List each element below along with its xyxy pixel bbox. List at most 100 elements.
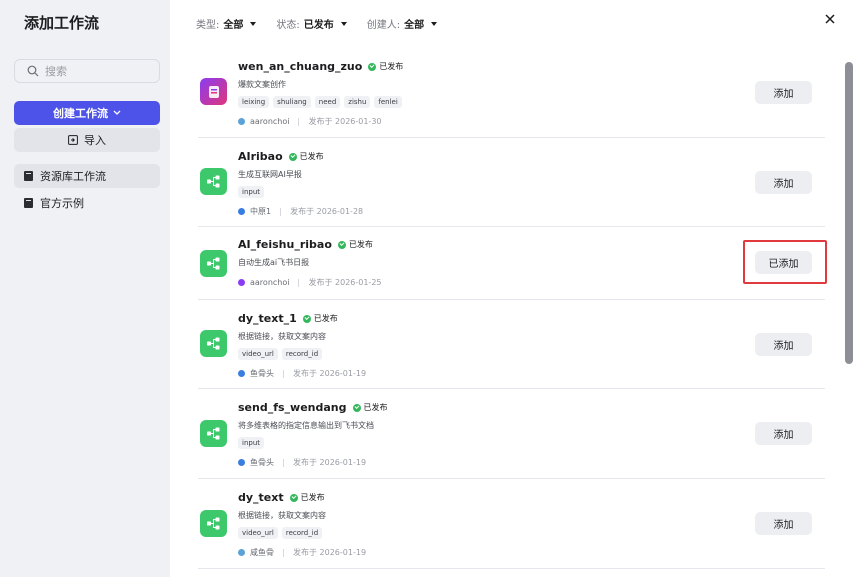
workflow-name: send_fs_wendang bbox=[238, 401, 347, 414]
check-circle-icon bbox=[302, 314, 311, 323]
status-text: 已发布 bbox=[363, 403, 388, 412]
tag: shuliang bbox=[273, 96, 311, 108]
add-button[interactable]: 添加 bbox=[755, 333, 812, 356]
tag: input bbox=[238, 437, 265, 449]
workflow-icon bbox=[200, 168, 227, 195]
status-text: 已发布 bbox=[299, 152, 324, 161]
publish-date: 发布于 2026-01-25 bbox=[308, 278, 382, 287]
check-circle-icon bbox=[352, 403, 361, 412]
tag-list: video_url record_id bbox=[238, 348, 323, 360]
check-circle-icon bbox=[288, 152, 297, 161]
import-button[interactable]: 导入 bbox=[14, 128, 160, 152]
filter-value: 全部 bbox=[223, 20, 244, 31]
workflow-meta: 咸鱼骨 发布于 2026-01-19 bbox=[238, 547, 366, 558]
workflow-meta: aaronchoi 发布于 2026-01-30 bbox=[238, 116, 382, 127]
workflow-description: 自动生成ai飞书日报 bbox=[238, 258, 310, 267]
divider bbox=[298, 278, 300, 287]
sidebar-item-official-examples[interactable]: 官方示例 bbox=[14, 191, 160, 215]
workflow-description: 根据链接，获取文案内容 bbox=[238, 332, 326, 341]
book-icon bbox=[24, 198, 33, 208]
close-icon[interactable] bbox=[823, 12, 837, 26]
workflow-name-row: wen_an_chuang_zuo 已发布 bbox=[238, 60, 403, 73]
status-text: 已发布 bbox=[348, 240, 373, 249]
author-name: 咸鱼骨 bbox=[250, 548, 274, 557]
sidebar: 添加工作流 搜索 创建工作流 导入 资源库工作流 官方示例 bbox=[0, 0, 170, 577]
workflow-description: 根据链接，获取文案内容 bbox=[238, 511, 326, 520]
workflow-name: AIribao bbox=[238, 150, 283, 163]
create-workflow-button[interactable]: 创建工作流 bbox=[14, 101, 160, 125]
author-name: 鱼骨头 bbox=[250, 369, 274, 378]
workflow-row: AIribao 已发布 生成互联网AI早报 input 中原1 发布于 2026… bbox=[198, 138, 825, 227]
divider bbox=[283, 548, 284, 557]
caret-down-icon bbox=[340, 21, 347, 26]
publish-date: 发布于 2026-01-19 bbox=[293, 458, 367, 467]
avatar bbox=[238, 549, 245, 556]
workflow-description: 生成互联网AI早报 bbox=[238, 170, 302, 179]
workflow-name: dy_text bbox=[238, 491, 284, 504]
workflow-name-row: dy_text 已发布 bbox=[238, 491, 325, 504]
add-button[interactable]: 添加 bbox=[755, 171, 812, 194]
avatar bbox=[238, 370, 245, 377]
status-badge: 已发布 bbox=[289, 492, 325, 503]
workflow-row: AI_feishu_ribao 已发布 自动生成ai飞书日报 aaronchoi… bbox=[198, 227, 825, 300]
import-icon bbox=[68, 135, 78, 145]
workflow-meta: 鱼骨头 发布于 2026-01-19 bbox=[238, 368, 366, 379]
avatar bbox=[238, 118, 245, 125]
add-button[interactable]: 添加 bbox=[755, 512, 812, 535]
tag: video_url bbox=[238, 527, 278, 539]
divider bbox=[283, 369, 284, 378]
workflow-name-row: dy_text_1 已发布 bbox=[238, 312, 338, 325]
filter-creator[interactable]: 创建人: 全部 bbox=[367, 16, 438, 31]
filter-status[interactable]: 状态: 已发布 bbox=[276, 16, 347, 31]
sidebar-item-label: 官方示例 bbox=[40, 197, 84, 210]
workflow-name: AI_feishu_ribao bbox=[238, 238, 332, 251]
tag: leixing bbox=[238, 96, 270, 108]
avatar bbox=[238, 459, 245, 466]
tag-list: video_url record_id bbox=[238, 527, 323, 539]
book-icon bbox=[24, 171, 33, 181]
avatar bbox=[238, 279, 245, 286]
filter-value: 全部 bbox=[404, 20, 425, 31]
search-placeholder: 搜索 bbox=[45, 65, 67, 78]
filter-bar: 类型: 全部 状态: 已发布 创建人: 全部 bbox=[196, 16, 438, 31]
add-button[interactable]: 添加 bbox=[755, 81, 812, 104]
divider bbox=[280, 207, 282, 216]
check-circle-icon bbox=[337, 240, 346, 249]
sidebar-item-library-workflows[interactable]: 资源库工作流 bbox=[14, 164, 160, 188]
status-badge: 已发布 bbox=[337, 239, 373, 250]
caret-down-icon bbox=[431, 21, 438, 26]
status-text: 已发布 bbox=[300, 493, 325, 502]
tag: zishu bbox=[344, 96, 371, 108]
search-input[interactable]: 搜索 bbox=[14, 59, 160, 83]
publish-date: 发布于 2026-01-19 bbox=[293, 369, 367, 378]
author-name: 中原1 bbox=[250, 207, 272, 216]
workflow-row: send_fs_wendang 已发布 将多维表格的指定信息输出到飞书文档 in… bbox=[198, 389, 825, 479]
status-badge: 已发布 bbox=[302, 313, 338, 324]
workflow-icon bbox=[200, 250, 227, 277]
scrollbar[interactable] bbox=[845, 62, 853, 364]
filter-value: 已发布 bbox=[303, 20, 334, 31]
workflow-meta: 中原1 发布于 2026-01-28 bbox=[238, 206, 363, 217]
workflow-name: wen_an_chuang_zuo bbox=[238, 60, 363, 73]
publish-date: 发布于 2026-01-19 bbox=[293, 548, 367, 557]
author-name: 鱼骨头 bbox=[250, 458, 274, 467]
workflow-icon bbox=[200, 420, 227, 447]
workflow-name-row: AI_feishu_ribao 已发布 bbox=[238, 238, 373, 251]
status-badge: 已发布 bbox=[352, 402, 388, 413]
sidebar-item-label: 资源库工作流 bbox=[40, 170, 106, 183]
filter-type[interactable]: 类型: 全部 bbox=[196, 16, 257, 31]
divider bbox=[298, 117, 300, 126]
tag: input bbox=[238, 186, 265, 198]
dialog-title: 添加工作流 bbox=[24, 14, 100, 32]
status-badge: 已发布 bbox=[288, 151, 324, 162]
add-button[interactable]: 添加 bbox=[755, 422, 812, 445]
publish-date: 发布于 2026-01-30 bbox=[308, 117, 382, 126]
filter-label: 类型: bbox=[196, 20, 220, 31]
filter-label: 状态: bbox=[276, 20, 300, 31]
workflow-name-row: send_fs_wendang 已发布 bbox=[238, 401, 388, 414]
tag: video_url bbox=[238, 348, 278, 360]
tag: record_id bbox=[281, 527, 323, 539]
avatar bbox=[238, 208, 245, 215]
search-icon bbox=[27, 65, 39, 77]
import-label: 导入 bbox=[84, 134, 106, 147]
